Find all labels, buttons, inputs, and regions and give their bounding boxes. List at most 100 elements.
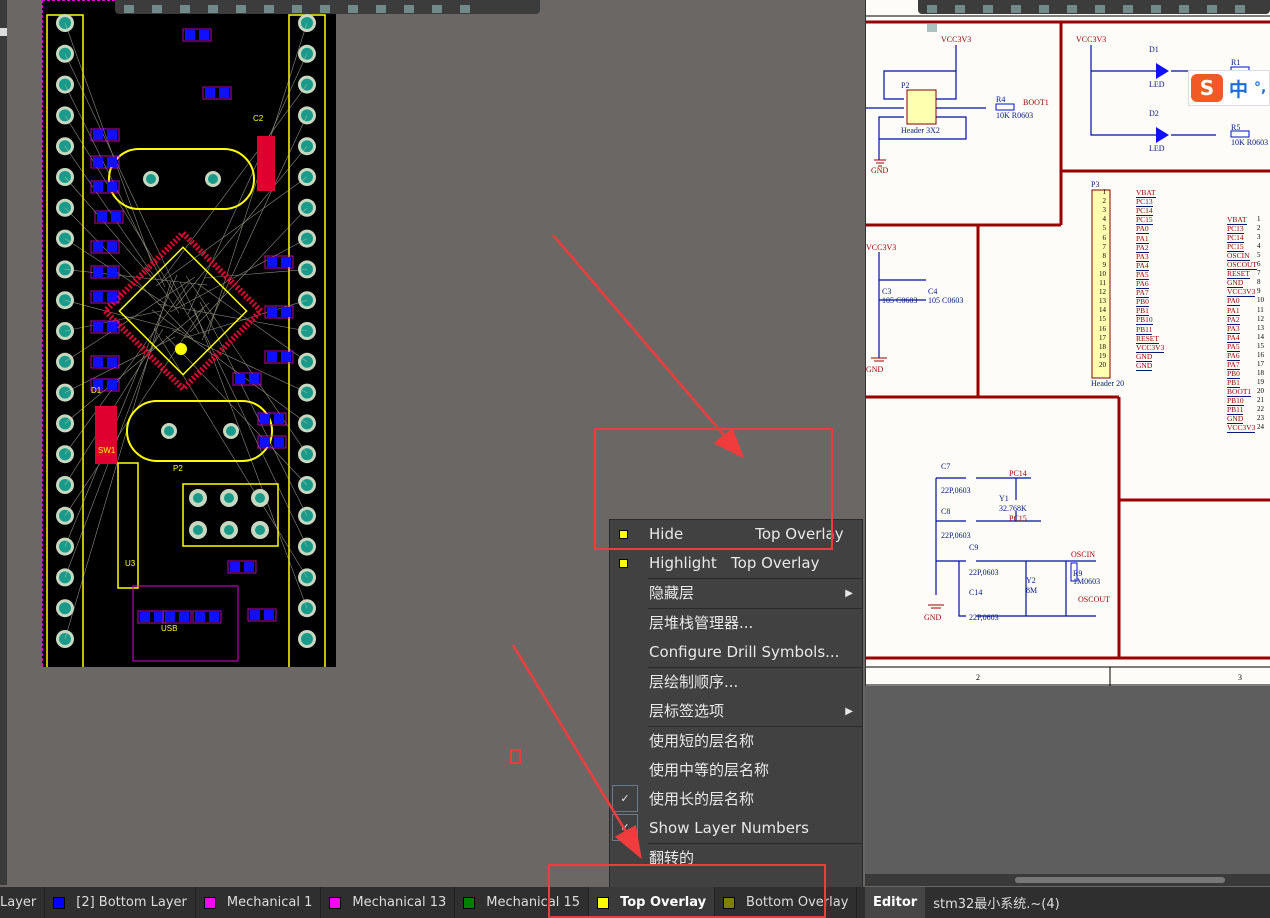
schematic-label-c4_val: 105 C0603 [928,296,964,305]
schematic-active-toolbar[interactable] [918,0,1270,32]
schematic-label-gnd2: GND [866,365,884,374]
toolbar-tool-icon[interactable] [1179,5,1189,13]
toolbar-tool-icon[interactable] [460,5,470,13]
menu-item-layer-stack-manager[interactable]: 层堆栈管理器... [610,609,862,638]
toolbar-tool-icon[interactable] [927,24,937,32]
layer-tab[interactable]: Mechanical 13 [321,887,456,918]
schematic-label-vcc1: VCC3V3 [941,35,972,44]
mcu-pin-number: 24 [1257,423,1264,432]
menu-item-long-layer-names[interactable]: ✓ 使用长的层名称 [610,785,862,814]
pcb-pad [56,599,74,618]
annotation-box-hide [594,428,833,550]
schematic-label-y1: Y1 [999,494,1009,503]
toolbar-tool-icon[interactable] [1067,5,1077,13]
p3-pin-number: 17 [1099,333,1106,342]
menu-item-highlight-layer[interactable]: Highlight Top Overlay [610,549,862,578]
ime-punct[interactable]: °, [1254,80,1266,96]
toolbar-tool-icon[interactable] [348,5,358,13]
menu-item-medium-layer-names[interactable]: 使用中等的层名称 [610,756,862,785]
schematic-label-c14_val: 22P,0603 [969,613,999,622]
mcu-pin-number: 18 [1257,368,1264,377]
toolbar-tool-icon[interactable] [208,5,218,13]
schematic-label-c4: C4 [928,287,938,296]
schematic-label-pc15: PC15 [1009,514,1027,523]
menu-item-hide-layers[interactable]: 隐藏层 ▶ [610,579,862,608]
layer-tab-label: Mechanical 13 [352,895,447,910]
toolbar-tool-icon[interactable] [1235,5,1245,13]
schematic-label-d2: D2 [1149,109,1159,118]
mcu-pin-number: 19 [1257,377,1264,386]
schematic-label-zone2: 2 [976,673,980,682]
schematic-label-y2_val: 8M [1026,586,1038,595]
p3-pin-number: 1 [1102,188,1107,196]
toolbar-tool-icon[interactable] [983,5,993,13]
toolbar-tool-icon[interactable] [1207,5,1217,13]
menu-item-layer-tab-options[interactable]: 层标签选项 ▶ [610,697,862,726]
schematic-label-led2: LED [1149,144,1165,153]
pcb-board-view[interactable]: C2 P2 U3 SW1 D1 USB [42,0,336,676]
p3-pin-number: 9 [1102,260,1107,269]
schematic-label-d1: D1 [1149,45,1159,54]
p3-pin-number: 2 [1102,197,1107,206]
toolbar-tool-icon[interactable] [432,5,442,13]
layer-tab[interactable]: Layer [0,887,46,918]
toolbar-tool-icon[interactable] [320,5,330,13]
menu-item-configure-drill-symbols[interactable]: Configure Drill Symbols... [610,638,862,667]
menu-item-show-layer-numbers[interactable]: ✓ Show Layer Numbers [610,814,862,843]
p3-pin-number: 20 [1099,360,1106,369]
annotation-box-flipped [548,864,826,918]
menu-item-layer-draw-order[interactable]: 层绘制顺序... [610,668,862,697]
layer-tab[interactable]: [2] Bottom Layer [45,887,196,918]
toolbar-tool-icon[interactable] [264,5,274,13]
mcu-pin-number: 15 [1257,341,1264,350]
toolbar-tool-icon[interactable] [1039,5,1049,13]
schematic-label-c7: C7 [941,462,951,471]
toolbar-tool-icon[interactable] [1123,5,1133,13]
layer-color-swatch [329,896,342,909]
schematic-label-c8: C8 [941,507,951,516]
mcu-pin-number: 11 [1257,305,1264,314]
mcu-pin-number: 23 [1257,414,1264,423]
editor-tab[interactable]: stm32最小系统.~(4) [925,887,1068,918]
toolbar-tool-icon[interactable] [1095,5,1105,13]
toolbar-tool-icon[interactable] [292,5,302,13]
editor-tab-label: stm32最小系统.~(4) [933,897,1060,912]
p3-pin-number: 12 [1099,288,1106,297]
toolbar-tool-icon[interactable] [927,5,937,13]
toolbar-tool-icon[interactable] [1011,5,1021,13]
editor-tab-label: Editor [873,895,918,910]
p3-pin-number: 13 [1099,297,1106,306]
schematic-label-vcc3: VCC3V3 [866,243,897,252]
toolbar-tool-icon[interactable] [124,5,134,13]
toolbar-tool-icon[interactable] [1151,5,1161,13]
toolbar-tool-icon[interactable] [236,5,246,13]
toolbar-tool-icon[interactable] [404,5,414,13]
toolbar-tool-icon[interactable] [955,5,965,13]
pcb-artwork: C2 P2 U3 SW1 D1 USB [43,1,336,676]
schematic-label-c3: C3 [882,287,892,296]
scrollbar-thumb[interactable] [1015,877,1225,883]
menu-item-short-layer-names[interactable]: 使用短的层名称 [610,727,862,756]
pcb-active-toolbar[interactable] [115,0,540,14]
layer-context-menu[interactable]: Hide Top Overlay Highlight Top Overlay 隐藏… [609,519,863,897]
schematic-label-r5: R5 [1231,123,1241,132]
horizontal-scrollbar[interactable] [865,874,1270,886]
layer-tab[interactable]: Mechanical 1 [196,887,322,918]
toolbar-tool-icon[interactable] [376,5,386,13]
schematic-label-p2: P2 [901,81,910,90]
mcu-pin-number: 8 [1257,278,1261,287]
editor-tab[interactable]: Editor [865,887,926,918]
schematic-label-c3_val: 105 C0603 [882,296,918,305]
toolbar-tool-icon[interactable] [180,5,190,13]
ime-toolbar[interactable]: S 中 °, [1188,70,1270,106]
schematic-label-r4_val: 10K R0603 [996,111,1034,120]
toolbar-tool-icon[interactable] [152,5,162,13]
left-panel-edge [0,0,7,885]
layer-color-swatch [203,896,216,909]
schematic-label-gnd1: GND [871,166,889,175]
mcu-pin-number: 4 [1257,242,1261,251]
layer-color-swatch [53,896,66,909]
ime-mode[interactable]: 中 [1229,75,1248,102]
mcu-pin-number: 1 [1257,215,1261,223]
schematic-empty-area [865,686,1270,874]
